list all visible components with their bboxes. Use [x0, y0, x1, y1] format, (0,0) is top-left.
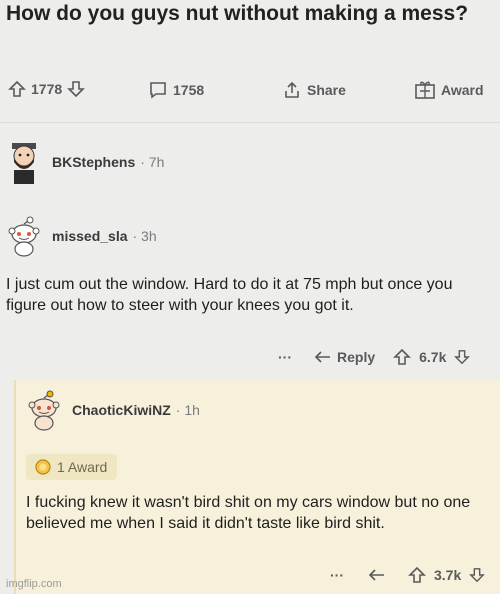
comment-header-bkstephens: BKStephens · 7h [6, 142, 165, 184]
share-button[interactable]: Share [282, 80, 346, 100]
bearded-avatar-icon[interactable] [6, 142, 42, 184]
comment-actions: ··· Reply 6.7k [278, 348, 471, 366]
share-icon [282, 80, 302, 100]
comment-username[interactable]: missed_sla [52, 228, 128, 244]
award-badge[interactable]: 1 Award [26, 454, 118, 480]
post-actions: 1778 1758 Share Award [0, 80, 500, 110]
comments-button[interactable]: 1758 [148, 80, 204, 100]
comment-username[interactable]: BKStephens [52, 154, 135, 170]
comment-score: 3.7k [434, 567, 462, 583]
reply-label: Reply [337, 349, 376, 365]
share-label: Share [307, 82, 346, 98]
comment-body: I just cum out the window. Hard to do it… [6, 276, 453, 314]
snoo-avatar-icon[interactable] [26, 390, 62, 431]
gift-icon [414, 80, 436, 100]
downvote-icon[interactable] [454, 348, 471, 366]
downvote-icon[interactable] [67, 80, 86, 98]
comment-header-missed-sla: missed_sla · 3h [6, 216, 157, 257]
comment-username[interactable]: ChaoticKiwiNZ [72, 402, 171, 418]
post-upvote-count: 1778 [31, 81, 63, 97]
reply-icon [314, 350, 332, 364]
comment-age: · 7h [140, 154, 165, 170]
more-options-button[interactable]: ··· [330, 567, 344, 583]
snoo-avatar-icon[interactable] [6, 216, 42, 257]
comment-body: I fucking knew it wasn't bird shit on my… [26, 494, 471, 532]
comment-score: 6.7k [419, 349, 447, 365]
award-medal-icon [34, 458, 52, 476]
comment-age: · 1h [175, 402, 200, 418]
comment-header-chaotickiwinz: ChaoticKiwiNZ · 1h [26, 390, 200, 431]
comment-count: 1758 [173, 82, 205, 98]
award-label: Award [441, 82, 484, 98]
divider [0, 122, 500, 123]
upvote-icon[interactable] [8, 80, 26, 98]
award-count: 1 Award [57, 459, 108, 475]
upvote-icon[interactable] [393, 348, 412, 366]
reply-icon[interactable] [368, 568, 386, 582]
post-title: How do you guys nut without making a mes… [6, 2, 469, 25]
comment-icon [148, 80, 168, 100]
comment-age: · 3h [132, 228, 157, 244]
reply-button[interactable]: Reply [314, 349, 375, 365]
more-options-button[interactable]: ··· [278, 349, 292, 365]
vote-control: 1778 [8, 80, 86, 98]
award-button[interactable]: Award [414, 80, 484, 100]
comment-actions: ··· 3.7k [330, 566, 486, 584]
downvote-icon[interactable] [469, 566, 486, 584]
watermark: imgflip.com [6, 578, 62, 590]
upvote-icon[interactable] [408, 566, 426, 584]
